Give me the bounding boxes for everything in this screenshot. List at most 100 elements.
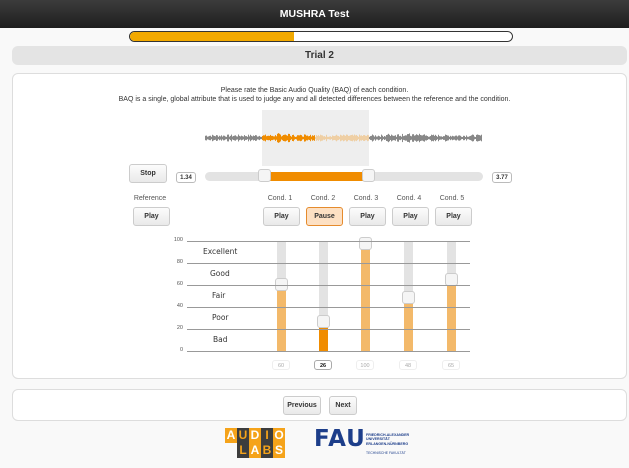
waveform-sample — [400, 135, 401, 141]
rating-slider[interactable] — [359, 237, 372, 351]
stop-button[interactable]: Stop — [129, 164, 167, 183]
loop-end-handle[interactable] — [362, 169, 375, 182]
waveform-sample — [251, 135, 252, 141]
waveform-sample — [349, 135, 350, 141]
waveform-sample — [355, 135, 356, 141]
waveform-sample — [458, 135, 459, 141]
next-button[interactable]: Next — [329, 396, 357, 415]
waveform-sample — [247, 136, 248, 140]
rating-slider-handle[interactable] — [445, 272, 458, 286]
waveform-sample — [260, 136, 261, 140]
waveform-sample — [398, 134, 399, 142]
waveform-sample — [403, 136, 404, 140]
rating-slider-handle[interactable] — [317, 315, 330, 329]
rating-slider[interactable] — [275, 241, 288, 351]
waveform-sample — [282, 135, 283, 141]
waveform-sample — [427, 136, 428, 140]
rating-slider[interactable] — [317, 241, 330, 351]
rating-slider-handle[interactable] — [402, 291, 415, 305]
waveform-sample — [445, 134, 446, 142]
scale-gridline — [187, 307, 470, 308]
waveform-sample — [264, 135, 265, 141]
rating-slider[interactable] — [402, 241, 415, 351]
waveform-sample — [411, 136, 412, 140]
condition-play-button[interactable]: Play — [349, 207, 386, 226]
waveform-sample — [318, 135, 319, 141]
waveform-sample — [262, 135, 263, 141]
waveform-sample — [478, 134, 479, 142]
loop-start-value[interactable]: 1.34 — [176, 172, 196, 183]
waveform-sample — [256, 135, 257, 141]
waveform-sample — [426, 135, 427, 141]
scale-gridline — [187, 241, 470, 242]
stop-button-label: Stop — [140, 170, 156, 177]
waveform-sample — [474, 136, 475, 140]
waveform-sample — [383, 136, 384, 140]
waveform-sample — [281, 136, 282, 140]
waveform-sample — [252, 136, 253, 140]
loop-start-handle[interactable] — [258, 169, 271, 182]
loop-range-slider[interactable] — [205, 169, 483, 182]
waveform-sample — [433, 134, 434, 142]
scale-tick-label: 60 — [176, 281, 183, 287]
rating-value-box[interactable]: 60 — [272, 360, 290, 370]
waveform-sample — [277, 133, 278, 143]
waveform-sample — [370, 136, 371, 140]
waveform-sample — [374, 136, 375, 140]
condition-play-button[interactable]: Play — [263, 207, 300, 226]
rating-value-box[interactable]: 26 — [314, 360, 332, 370]
waveform-sample — [236, 136, 237, 140]
waveform-sample — [432, 135, 433, 141]
rating-slider-handle[interactable] — [359, 237, 372, 250]
waveform-sample — [292, 135, 293, 141]
waveform-sample — [243, 136, 244, 140]
rating-slider[interactable] — [445, 241, 458, 351]
waveform-sample — [442, 136, 443, 140]
waveform-sample — [385, 136, 386, 140]
waveform-sample — [344, 135, 345, 141]
condition-play-button[interactable]: Play — [435, 207, 472, 226]
waveform-sample — [353, 135, 354, 141]
waveform-sample — [255, 135, 256, 141]
waveform-sample — [211, 136, 212, 140]
condition-pause-button[interactable]: Pause — [306, 207, 343, 226]
waveform-sample — [469, 136, 470, 140]
scale-tick-label: 20 — [176, 325, 183, 331]
scale-category-label: Bad — [213, 335, 228, 344]
rating-value-box[interactable]: 100 — [356, 360, 374, 370]
waveform-sample — [429, 136, 430, 140]
waveform-sample — [461, 136, 462, 140]
waveform-sample — [410, 135, 411, 141]
waveform-sample — [285, 134, 286, 142]
waveform-sample — [290, 135, 291, 141]
audiolabs-logo-letter: A — [249, 443, 261, 458]
waveform-sample — [407, 134, 408, 142]
waveform-sample — [240, 136, 241, 140]
reference-play-button[interactable]: Play — [133, 207, 170, 226]
progress-fill — [130, 32, 295, 41]
waveform-sample — [460, 135, 461, 141]
waveform-sample — [425, 135, 426, 141]
waveform-display[interactable] — [205, 110, 482, 166]
waveform-sample — [373, 135, 374, 141]
waveform-sample — [267, 135, 268, 141]
rating-value-box[interactable]: 65 — [442, 360, 460, 370]
condition-button-label: Pause — [314, 213, 335, 220]
waveform-sample — [335, 135, 336, 141]
scale-tick-label: 0 — [179, 347, 183, 353]
rating-value-box[interactable]: 48 — [399, 360, 417, 370]
waveform-sample — [295, 136, 296, 140]
waveform-sample — [480, 135, 481, 141]
instruction-line-1: Please rate the Basic Audio Quality (BAQ… — [220, 87, 409, 94]
audiolabs-logo: AUDIO LABS — [225, 428, 285, 458]
previous-button[interactable]: Previous — [283, 396, 321, 415]
waveform-sample — [245, 136, 246, 140]
waveform-sample — [453, 136, 454, 140]
waveform-sample — [304, 134, 305, 142]
waveform-sample — [293, 134, 294, 142]
waveform-sample — [327, 136, 328, 140]
audiolabs-logo-letter: S — [273, 443, 285, 458]
condition-play-button[interactable]: Play — [392, 207, 429, 226]
waveform-sample — [356, 134, 357, 142]
loop-end-value[interactable]: 3.77 — [492, 172, 512, 183]
